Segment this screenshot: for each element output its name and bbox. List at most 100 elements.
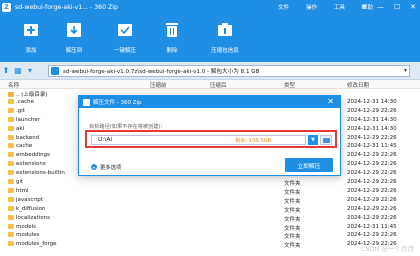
file-name-text: .git — [16, 107, 25, 114]
chevron-down-icon: ▾ — [91, 164, 97, 170]
back-arrow-icon[interactable]: ⬆ — [0, 66, 12, 75]
file-name: backend — [8, 134, 39, 141]
add-button[interactable]: 添加 — [9, 20, 53, 54]
file-row[interactable]: models 文件夹 2024-12-31 11:45 — [0, 223, 420, 233]
file-modified: 2024-12-31 14:30 — [347, 125, 397, 132]
file-modified: 2024-12-29 22:26 — [347, 196, 397, 203]
address-field[interactable]: sd-webui-forge-aki-v1.0.7z\sd-webui-forg… — [48, 65, 410, 77]
file-name: html — [8, 187, 29, 194]
file-row[interactable]: javascript 文件夹 2024-12-29 22:26 — [0, 196, 420, 206]
toolbar: 添加 解压到 一键解压 删除 压缩包信息 — [0, 14, 420, 62]
folder-icon — [8, 205, 14, 211]
more-options-label: 更多选项 — [100, 165, 122, 171]
title-bar: Z sd-webui-forge-aki-v1... - 360 Zip 文件 … — [0, 0, 420, 14]
add-icon — [24, 24, 38, 36]
file-modified: 2024-12-29 22:26 — [347, 161, 397, 168]
delete-label: 删除 — [166, 48, 178, 54]
zip-file-icon — [51, 67, 59, 75]
dialog-app-icon — [83, 98, 90, 106]
minimize-button[interactable]: — — [377, 3, 384, 11]
archive-info-button[interactable]: 压缩包信息 — [203, 20, 247, 54]
one-click-extract-label: 一键解压 — [113, 48, 136, 54]
file-name-text: javascript — [16, 196, 43, 203]
file-name-text: embeddings — [16, 152, 50, 159]
file-row[interactable]: html 文件夹 2024-12-29 22:26 — [0, 187, 420, 197]
file-name-text: .cache — [16, 98, 35, 105]
file-row[interactable]: modules 文件夹 2024-12-29 22:26 — [0, 232, 420, 241]
file-modified: 2024-12-29 22:26 — [347, 232, 397, 239]
delete-button[interactable]: 删除 — [150, 20, 194, 54]
folder-icon — [8, 214, 14, 220]
header-packed[interactable]: 压缩后 — [210, 81, 227, 89]
file-name: git — [8, 179, 23, 185]
menu-operate[interactable]: 操作 — [306, 3, 334, 11]
close-button[interactable]: ✕ — [410, 3, 416, 11]
file-type: 文件夹 — [284, 243, 301, 250]
file-modified: 2024-12-29 22:26 — [347, 179, 397, 185]
maximize-button[interactable]: ☐ — [394, 3, 400, 11]
address-bar: ⬆ ▦ ▾ sd-webui-forge-aki-v1.0.7z\sd-webu… — [0, 62, 420, 80]
file-modified: 2024-12-31 14:30 — [347, 98, 397, 105]
folder-icon — [8, 134, 14, 140]
dialog-close-button[interactable]: ✕ — [327, 97, 334, 106]
more-options-toggle[interactable]: ▾ 更多选项 — [91, 163, 121, 171]
folder-icon — [8, 179, 14, 184]
header-size[interactable]: 压缩前 — [150, 81, 167, 89]
chevron-down-icon[interactable]: ▾ — [404, 67, 407, 74]
file-name: launcher — [8, 116, 40, 123]
file-modified: 2024-12-29 22:26 — [347, 214, 397, 221]
file-name-text: git — [16, 179, 24, 185]
extract-to-button[interactable]: 解压到 — [52, 20, 96, 54]
view-toggle-icon[interactable]: ▾ — [24, 66, 36, 75]
header-name[interactable]: 名称 — [8, 81, 19, 89]
main-menu-icon[interactable]: ≡ — [361, 3, 367, 11]
extract-to-icon — [67, 23, 81, 37]
file-name: .git — [8, 107, 25, 114]
address-path: sd-webui-forge-aki-v1.0.7z\sd-webui-forg… — [63, 69, 260, 75]
file-row[interactable]: localizations 文件夹 2024-12-29 22:26 — [0, 214, 420, 224]
file-modified: 2024-12-29 22:26 — [347, 107, 397, 114]
folder-icon — [8, 98, 14, 104]
file-name-text: k_diffusion — [16, 205, 46, 212]
file-name: cache — [8, 143, 32, 149]
one-click-extract-icon — [118, 24, 132, 36]
grid-view-icon[interactable]: ▦ — [12, 66, 24, 75]
path-history-dropdown[interactable]: ▼ — [308, 135, 318, 145]
file-row[interactable]: git 文件夹 2024-12-29 22:26 — [0, 179, 420, 188]
browse-folder-button[interactable] — [320, 135, 332, 145]
file-type: 文件夹 — [284, 216, 301, 223]
file-name: models — [8, 223, 36, 230]
file-row[interactable]: k_diffusion 文件夹 2024-12-29 22:26 — [0, 205, 420, 215]
file-name-text: extensions — [16, 161, 46, 168]
file-name-text: modules — [16, 232, 40, 239]
folder-icon — [8, 232, 14, 238]
folder-icon — [8, 152, 14, 158]
watermark: CSDN @一个月月 — [360, 245, 414, 253]
file-type: 文件夹 — [284, 189, 301, 196]
window-controls: ≡ — ☐ ✕ — [361, 0, 416, 14]
menu-tools[interactable]: 工具 — [334, 3, 362, 11]
target-path-hint: 目标路径(如果不存在将被创建)： — [89, 124, 166, 130]
file-name-text: extensions-builtin — [16, 170, 65, 177]
file-name: localizations — [8, 214, 50, 221]
file-modified: 2024-12-29 22:26 — [347, 205, 397, 212]
file-name: k_diffusion — [8, 205, 46, 212]
extract-to-label: 解压到 — [65, 48, 83, 54]
file-name-text: html — [16, 187, 29, 194]
folder-icon — [8, 196, 14, 202]
file-name-text: .. (上级目录) — [16, 92, 48, 98]
file-type: 文件夹 — [284, 234, 301, 241]
header-modified[interactable]: 修改日期 — [347, 81, 369, 89]
file-type: 文件夹 — [284, 225, 301, 232]
menu-file[interactable]: 文件 — [278, 3, 306, 11]
header-type[interactable]: 类型 — [284, 81, 295, 89]
file-modified: 2024-12-31 11:45 — [347, 143, 397, 150]
folder-icon — [8, 125, 14, 131]
extract-now-button[interactable]: 立即解压 — [285, 158, 333, 172]
file-name: modules_forge — [8, 241, 57, 247]
file-row[interactable]: modules_forge 文件夹 2024-12-29 22:26 — [0, 241, 420, 250]
file-name: .cache — [8, 98, 35, 105]
folder-icon — [8, 143, 14, 149]
one-click-extract-button[interactable]: 一键解压 — [103, 20, 147, 54]
target-path-input[interactable] — [91, 135, 306, 145]
